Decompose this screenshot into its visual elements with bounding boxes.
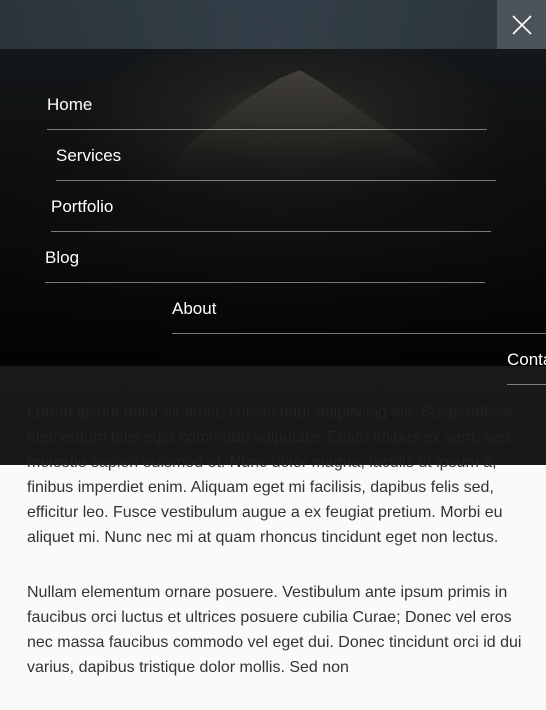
menu-item-services[interactable]: Services [56,130,496,181]
article-paragraph: Lorem ipsum dolor sit amet, consectetur … [27,404,513,546]
menu-overlay: Home Services Portfolio Blog About [0,49,546,366]
menu-item-portfolio[interactable]: Portfolio [51,181,491,232]
menu-item-home[interactable]: Home [47,79,487,130]
menu-item-about[interactable]: About [172,283,546,334]
menu-item-blog[interactable]: Blog [45,232,485,283]
menu-item-contact[interactable]: Conta [507,334,546,385]
top-strip [0,0,546,49]
article: Lorem ipsum dolor sit amet, consectetur … [27,400,522,710]
article-paragraph: Nullam elementum ornare posuere. Vestibu… [27,584,522,676]
close-button[interactable] [497,0,546,49]
close-icon [511,14,532,35]
